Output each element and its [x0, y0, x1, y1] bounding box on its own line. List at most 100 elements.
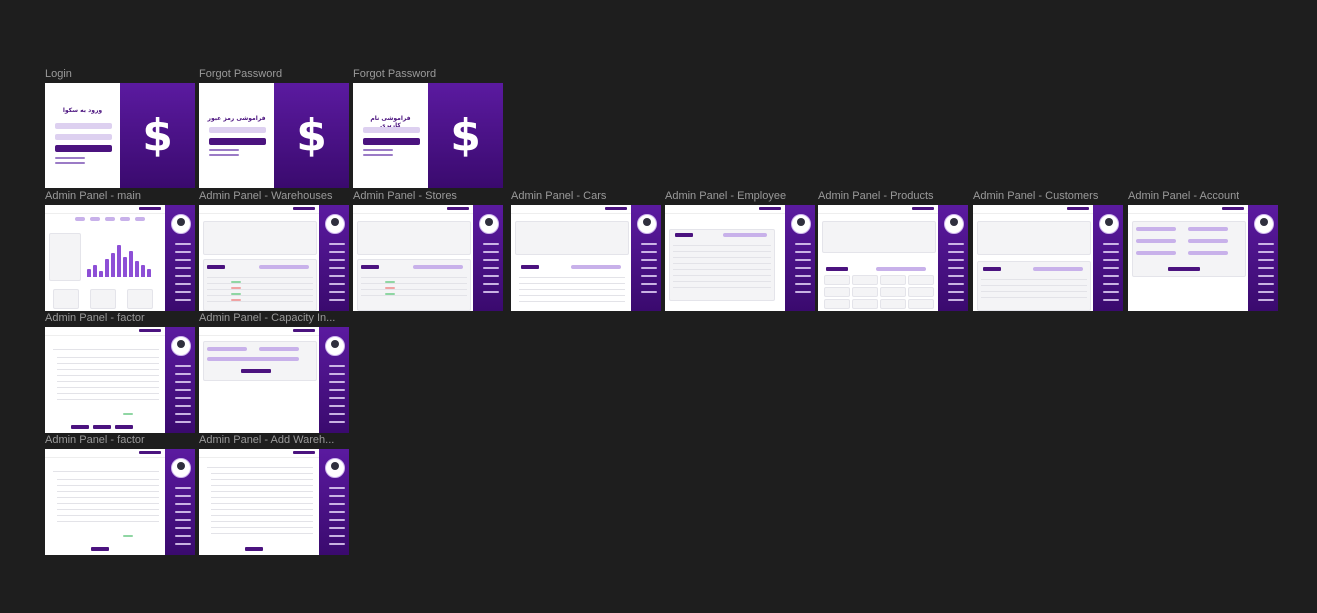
avatar	[791, 214, 811, 234]
username-field	[55, 123, 112, 129]
admin-content	[45, 205, 165, 311]
forgot-thumbnail: فراموشی رمز عبور $	[199, 83, 349, 188]
back-link	[363, 149, 393, 151]
frame-label: Admin Panel - Customers	[973, 190, 1099, 202]
brand-panel: $	[120, 83, 195, 188]
avatar	[1099, 214, 1119, 234]
login-button	[55, 145, 112, 152]
admin-thumbnail	[1128, 205, 1278, 311]
brand-panel: $	[274, 83, 349, 188]
frame-label: Forgot Password	[199, 68, 283, 80]
avatar	[325, 336, 345, 356]
frame-label: Login	[45, 68, 72, 80]
frame-admin-account[interactable]: Admin Panel - Account	[1128, 190, 1278, 311]
frame-label: Admin Panel - factor	[45, 434, 145, 446]
admin-content	[973, 205, 1093, 311]
admin-content	[45, 449, 165, 555]
avatar	[637, 214, 657, 234]
sidebar	[165, 327, 195, 433]
frame-label: Admin Panel - Cars	[511, 190, 607, 202]
admin-content	[199, 205, 319, 311]
email-field	[209, 127, 266, 133]
frame-admin-products[interactable]: Admin Panel - Products	[818, 190, 968, 311]
frame-admin-factor[interactable]: Admin Panel - factor	[45, 312, 195, 433]
sidebar	[319, 205, 349, 311]
admin-thumbnail	[45, 205, 195, 311]
brand-panel: $	[428, 83, 503, 188]
sidebar	[165, 205, 195, 311]
login-thumbnail: ورود به سکوا $	[45, 83, 195, 188]
back-link	[209, 154, 239, 156]
frame-forgot-password[interactable]: Forgot Password فراموشی نام کاربری $	[353, 68, 503, 188]
forgot-thumbnail: فراموشی نام کاربری $	[353, 83, 503, 188]
admin-content	[199, 327, 319, 433]
frame-label: Admin Panel - Warehouses	[199, 190, 333, 202]
frame-label: Admin Panel - factor	[45, 312, 145, 324]
admin-thumbnail	[199, 327, 349, 433]
sidebar	[1093, 205, 1123, 311]
frame-admin-cars[interactable]: Admin Panel - Cars	[511, 190, 661, 311]
sidebar	[785, 205, 815, 311]
sidebar	[319, 449, 349, 555]
email-field	[363, 127, 420, 133]
admin-thumbnail	[45, 327, 195, 433]
stats-card	[49, 233, 81, 281]
avatar	[944, 214, 964, 234]
frame-label: Admin Panel - Employee	[665, 190, 787, 202]
frame-admin-capacity[interactable]: Admin Panel - Capacity In...	[199, 312, 349, 433]
login-form-panel: ورود به سکوا	[45, 83, 120, 188]
forgot-link	[55, 162, 85, 164]
avatar	[325, 458, 345, 478]
frame-label: Admin Panel - main	[45, 190, 141, 202]
password-field	[55, 134, 112, 140]
avatar	[171, 214, 191, 234]
frame-admin-factor[interactable]: Admin Panel - factor	[45, 434, 195, 555]
frame-admin-main[interactable]: Admin Panel - main	[45, 190, 195, 311]
frame-admin-warehouses[interactable]: Admin Panel - Warehouses	[199, 190, 349, 311]
admin-content	[511, 205, 631, 311]
avatar	[1254, 214, 1274, 234]
back-link	[363, 154, 393, 156]
admin-thumbnail	[199, 449, 349, 555]
admin-content	[199, 449, 319, 555]
frame-label: Admin Panel - Account	[1128, 190, 1240, 202]
admin-thumbnail	[353, 205, 503, 311]
admin-thumbnail	[665, 205, 815, 311]
admin-content	[818, 205, 938, 311]
forgot-form-panel: فراموشی رمز عبور	[199, 83, 274, 188]
send-button	[363, 138, 420, 145]
frame-label: Admin Panel - Add Wareh...	[199, 434, 335, 446]
avatar	[479, 214, 499, 234]
sidebar	[473, 205, 503, 311]
avatar	[325, 214, 345, 234]
frame-admin-customers[interactable]: Admin Panel - Customers	[973, 190, 1123, 311]
frame-admin-add-warehouse[interactable]: Admin Panel - Add Wareh...	[199, 434, 349, 555]
forgot-heading: فراموشی رمز عبور	[207, 115, 266, 122]
admin-thumbnail	[818, 205, 968, 311]
send-button	[209, 138, 266, 145]
sidebar	[631, 205, 661, 311]
admin-content	[45, 327, 165, 433]
forgot-link	[55, 157, 85, 159]
frame-label: Admin Panel - Capacity In...	[199, 312, 336, 324]
login-heading: ورود به سکوا	[62, 107, 103, 114]
frame-admin-employee[interactable]: Admin Panel - Employee	[665, 190, 815, 311]
admin-thumbnail	[45, 449, 195, 555]
dollar-sign-icon: $	[142, 110, 173, 161]
frame-label: Admin Panel - Products	[818, 190, 934, 202]
avatar	[171, 336, 191, 356]
sidebar	[1248, 205, 1278, 311]
admin-content	[665, 205, 785, 311]
sidebar	[165, 449, 195, 555]
frame-forgot-password[interactable]: Forgot Password فراموشی رمز عبور $	[199, 68, 349, 188]
admin-thumbnail	[511, 205, 661, 311]
sidebar	[319, 327, 349, 433]
frame-login[interactable]: Login ورود به سکوا $	[45, 68, 195, 188]
back-link	[209, 149, 239, 151]
forgot-form-panel: فراموشی نام کاربری	[353, 83, 428, 188]
topbar	[45, 205, 165, 214]
admin-content	[1128, 205, 1248, 311]
frame-label: Forgot Password	[353, 68, 437, 80]
frame-admin-stores[interactable]: Admin Panel - Stores	[353, 190, 503, 311]
bar-chart	[85, 235, 155, 277]
